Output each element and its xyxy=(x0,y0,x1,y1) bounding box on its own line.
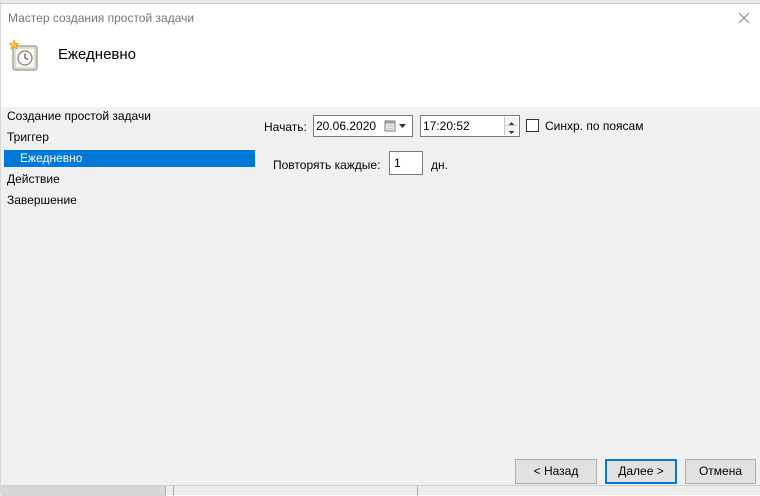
time-decrement-button[interactable] xyxy=(505,126,518,135)
sync-timezones-checkbox[interactable] xyxy=(526,119,539,132)
close-button[interactable] xyxy=(733,7,755,29)
scheduled-task-clock-icon xyxy=(7,38,41,72)
start-time-value: 17:20:52 xyxy=(423,119,470,133)
wizard-body: Создание простой задачи Триггер Ежедневн… xyxy=(1,107,760,485)
back-button[interactable]: < Назад xyxy=(515,459,597,484)
sync-timezones-label: Синхр. по поясам xyxy=(545,119,644,133)
repeat-unit-label: дн. xyxy=(431,158,448,172)
close-icon xyxy=(738,12,750,24)
repeat-interval-input[interactable]: 1 xyxy=(389,151,423,175)
chevron-down-icon xyxy=(399,124,406,128)
nav-item-daily[interactable]: Ежедневно xyxy=(4,150,255,167)
time-spinner xyxy=(504,117,518,135)
nav-item-trigger[interactable]: Триггер xyxy=(1,129,255,146)
start-date-value: 20.06.2020 xyxy=(316,119,377,133)
background-footer-strip xyxy=(1,485,760,496)
task-wizard-window: Мастер создания простой задачи Ежедневно… xyxy=(0,0,760,496)
start-date-picker[interactable]: 20.06.2020 xyxy=(313,115,413,137)
repeat-interval-value: 1 xyxy=(394,156,401,170)
next-button[interactable]: Далее > xyxy=(605,459,677,484)
wizard-header: Ежедневно xyxy=(1,30,760,107)
start-label: Начать: xyxy=(264,120,307,134)
nav-item-create-task[interactable]: Создание простой задачи xyxy=(1,108,255,125)
calendar-icon xyxy=(384,120,396,132)
trigger-settings-panel: Начать: 20.06.2020 17:20:52 Синхр. по по… xyxy=(255,107,760,485)
nav-item-finish[interactable]: Завершение xyxy=(1,192,255,209)
repeat-every-label: Повторять каждые: xyxy=(273,158,381,172)
time-increment-button[interactable] xyxy=(505,117,518,126)
start-time-field[interactable]: 17:20:52 xyxy=(420,115,520,137)
arrow-down-icon xyxy=(508,131,515,134)
window-title: Мастер создания простой задачи xyxy=(8,11,195,25)
cancel-button[interactable]: Отмена xyxy=(685,459,756,484)
arrow-up-icon xyxy=(508,122,515,125)
page-title: Ежедневно xyxy=(58,46,137,63)
wizard-steps-nav: Создание простой задачи Триггер Ежедневн… xyxy=(1,107,255,485)
nav-item-action[interactable]: Действие xyxy=(1,171,255,188)
date-dropdown-button[interactable] xyxy=(383,117,411,135)
title-bar: Мастер создания простой задачи xyxy=(1,4,760,30)
